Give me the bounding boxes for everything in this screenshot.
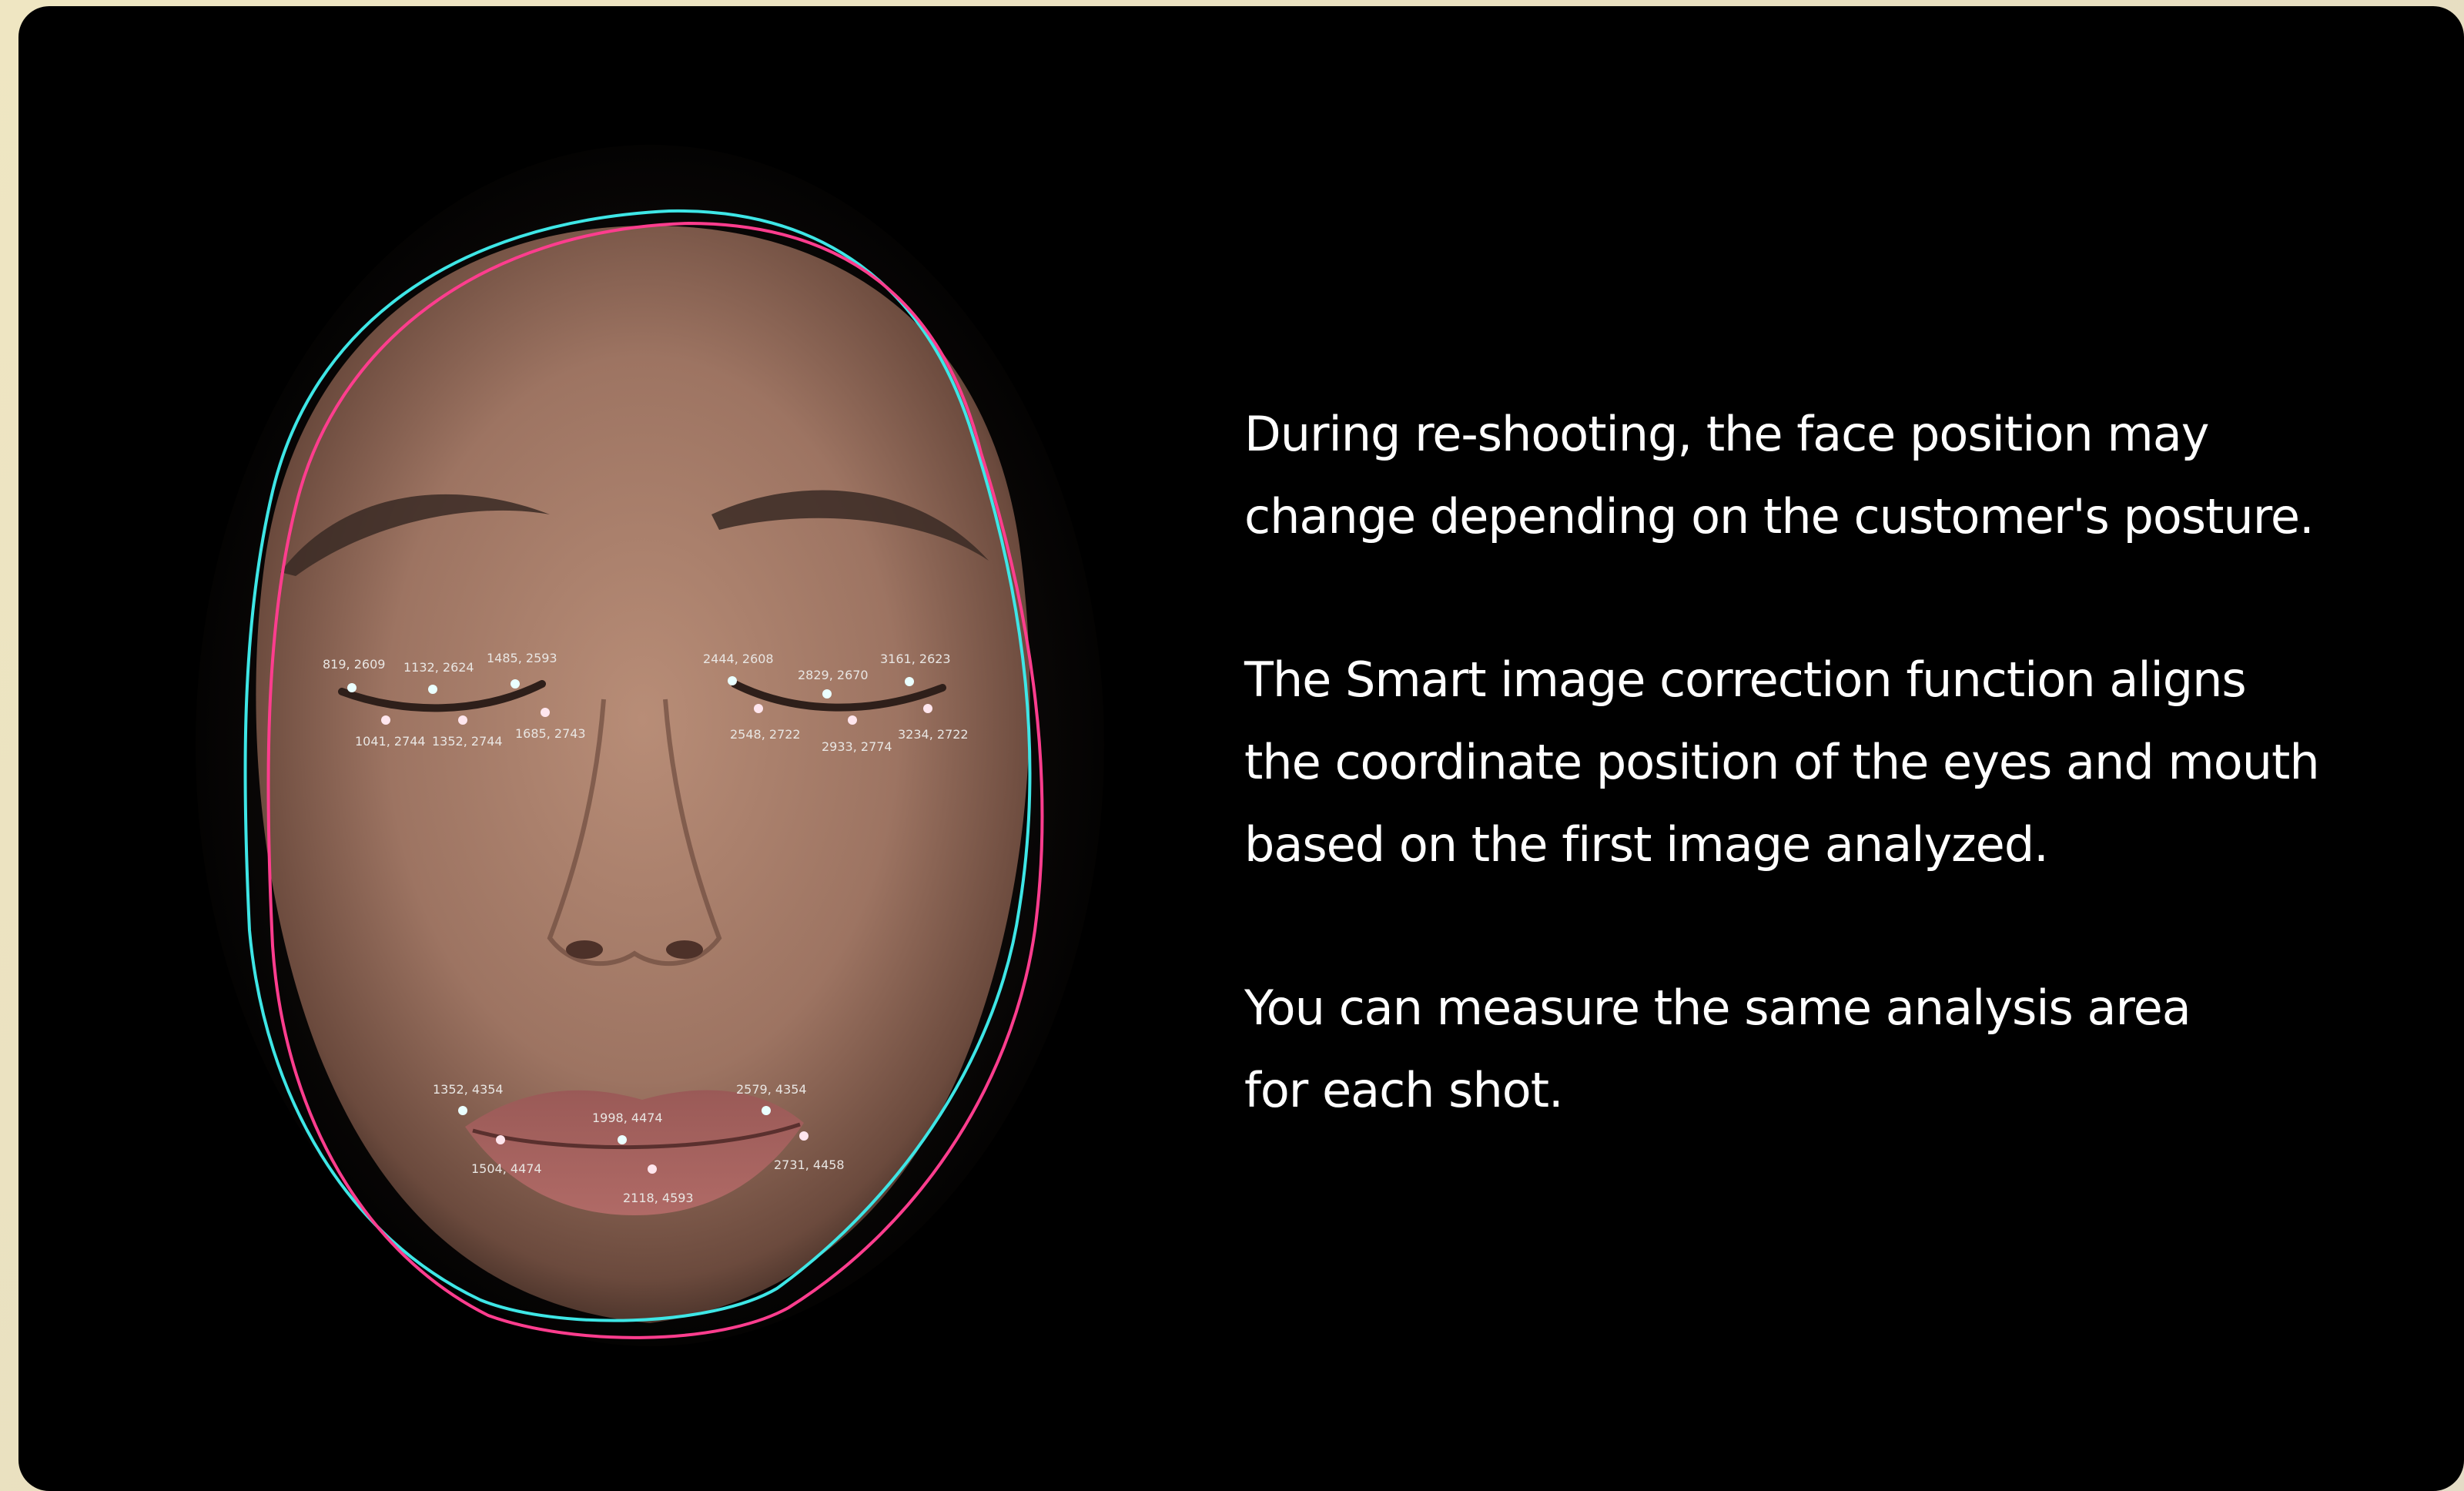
- landmark-point: [458, 715, 467, 725]
- landmark-point: [822, 689, 832, 699]
- landmark-point: [541, 708, 550, 717]
- nostril-right: [666, 940, 703, 959]
- landmark-label: 3234, 2722: [898, 727, 969, 742]
- landmark-label: 819, 2609: [323, 657, 385, 672]
- landmark-label: 1352, 2744: [432, 734, 503, 749]
- landmark-point: [799, 1131, 808, 1141]
- landmark-point: [728, 676, 737, 685]
- landmark-label: 1132, 2624: [403, 660, 474, 675]
- main-panel: 819, 2609 1132, 2624 1485, 2593 1041, 27…: [18, 6, 2464, 1491]
- landmark-point: [347, 683, 357, 692]
- face-image-area: 819, 2609 1132, 2624 1485, 2593 1041, 27…: [18, 6, 1220, 1491]
- landmark-label: 1485, 2593: [487, 651, 557, 665]
- paragraph-same-area: You can measure the same analysis area f…: [1244, 980, 2191, 1118]
- landmark-label: 2444, 2608: [703, 652, 774, 666]
- landmark-label: 2829, 2670: [798, 668, 869, 682]
- landmark-point: [428, 685, 437, 694]
- nostril-left: [566, 940, 603, 959]
- landmark-label: 2118, 4593: [623, 1191, 694, 1205]
- landmark-point: [511, 679, 520, 689]
- landmark-label: 1352, 4354: [433, 1082, 504, 1097]
- landmark-label: 2548, 2722: [730, 727, 801, 742]
- landmark-label: 1041, 2744: [355, 734, 426, 749]
- paragraph-smart-correction: The Smart image correction function alig…: [1244, 652, 2320, 873]
- landmark-label: 1685, 2743: [515, 726, 586, 741]
- landmark-label: 2731, 4458: [774, 1158, 845, 1172]
- landmark-point: [848, 715, 857, 725]
- face-illustration: 819, 2609 1132, 2624 1485, 2593 1041, 27…: [196, 145, 1104, 1346]
- landmark-point: [754, 704, 763, 713]
- landmark-point: [618, 1135, 627, 1144]
- landmark-point: [458, 1106, 467, 1115]
- description-text: During re-shooting, the face position ma…: [1244, 393, 2399, 1212]
- landmark-point: [496, 1135, 505, 1144]
- landmark-point: [381, 715, 390, 725]
- landmark-label: 2933, 2774: [822, 739, 892, 754]
- landmark-label: 3161, 2623: [880, 652, 951, 666]
- landmark-point: [923, 704, 932, 713]
- landmark-label: 1504, 4474: [471, 1161, 542, 1176]
- landmark-label: 2579, 4354: [736, 1082, 807, 1097]
- landmark-point: [648, 1164, 657, 1174]
- landmark-label: 1998, 4474: [592, 1111, 663, 1125]
- paragraph-repositioning: During re-shooting, the face position ma…: [1244, 406, 2315, 544]
- landmark-point: [905, 677, 914, 686]
- landmark-point: [762, 1106, 771, 1115]
